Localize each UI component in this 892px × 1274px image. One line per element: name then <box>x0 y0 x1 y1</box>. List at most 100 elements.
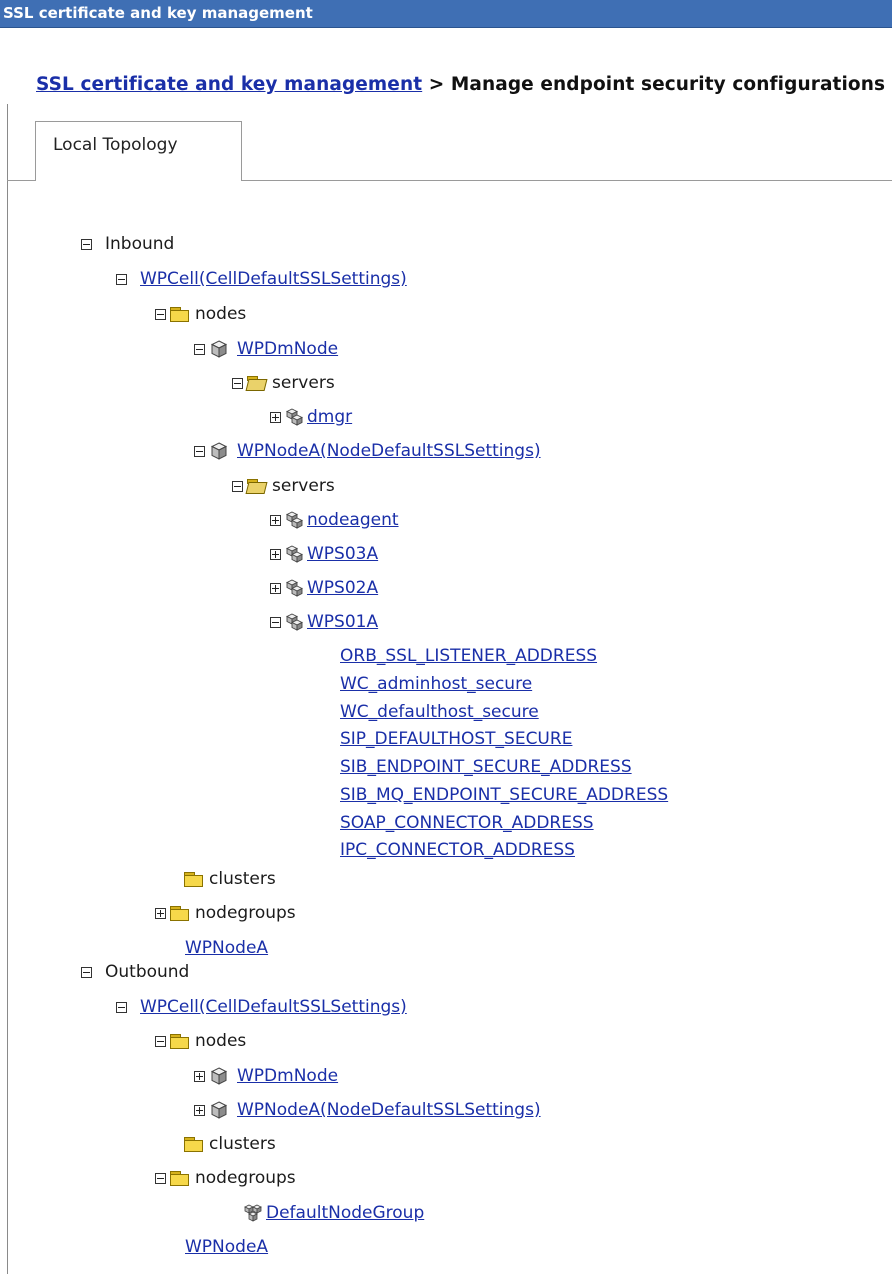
collapse-icon[interactable] <box>155 1172 166 1184</box>
tree-node-inbound-servers-1: servers <box>232 372 335 394</box>
endpoint-item: WC_defaulthost_secure <box>340 701 539 723</box>
collapse-icon[interactable] <box>155 1035 166 1047</box>
endpoint-item: ORB_SSL_LISTENER_ADDRESS <box>340 645 597 667</box>
collapse-icon[interactable] <box>232 377 243 389</box>
endpoint-link[interactable]: WC_adminhost_secure <box>340 674 532 694</box>
tree-node-inbound-servers-2: servers <box>232 475 335 497</box>
collapse-icon[interactable] <box>194 343 205 355</box>
content-border <box>7 104 8 1274</box>
nodes-label: nodes <box>195 304 247 324</box>
dmgr-link[interactable]: dmgr <box>307 407 352 427</box>
tab-label: Local Topology <box>53 135 178 155</box>
tree-node-inbound-nodes: nodes <box>155 303 246 325</box>
clusters-label: clusters <box>209 869 276 889</box>
server-icon <box>285 613 303 631</box>
expand-icon[interactable] <box>270 411 281 423</box>
breadcrumb: SSL certificate and key management > Man… <box>36 74 885 95</box>
outbound-cell-link[interactable]: WPCell(CellDefaultSSLSettings) <box>140 997 407 1017</box>
tree-node-inbound-clusters: clusters <box>183 868 276 890</box>
nodea-link[interactable]: WPNodeA(NodeDefaultSSLSettings) <box>237 1100 541 1120</box>
wps02a-link[interactable]: WPS02A <box>307 578 378 598</box>
nodes-label: nodes <box>195 1031 247 1051</box>
node-icon <box>210 1101 228 1119</box>
server-icon <box>285 545 303 563</box>
tab-local-topology[interactable]: Local Topology <box>35 121 242 181</box>
endpoint-link[interactable]: SIP_DEFAULTHOST_SECURE <box>340 729 572 749</box>
tree-node-inbound-dmnode: WPDmNode <box>194 338 338 360</box>
tab-strip-divider <box>7 180 35 181</box>
nodegroups-label: nodegroups <box>195 1168 296 1188</box>
tree-node-inbound-cell: WPCell(CellDefaultSSLSettings) <box>116 268 407 290</box>
tree-node-wps02a: WPS02A <box>270 577 378 599</box>
clusters-label: clusters <box>209 1134 276 1154</box>
breadcrumb-link-ssl-management[interactable]: SSL certificate and key management <box>36 74 422 95</box>
collapse-icon[interactable] <box>270 616 281 628</box>
tree-node-outbound-dmnode: WPDmNode <box>194 1065 338 1087</box>
tree-node-wps01a: WPS01A <box>270 611 378 633</box>
expand-icon[interactable] <box>270 514 281 526</box>
window-title: SSL certificate and key management <box>3 4 313 22</box>
expand-icon[interactable] <box>194 1104 205 1116</box>
inbound-cell-link[interactable]: WPCell(CellDefaultSSLSettings) <box>140 269 407 289</box>
collapse-icon[interactable] <box>81 966 92 978</box>
folder-icon <box>183 1137 203 1152</box>
nodea-short-link[interactable]: WPNodeA <box>185 1237 268 1257</box>
endpoint-link[interactable]: SOAP_CONNECTOR_ADDRESS <box>340 813 594 833</box>
wps01a-link[interactable]: WPS01A <box>307 612 378 632</box>
nodea-short-link[interactable]: WPNodeA <box>185 938 268 958</box>
node-icon <box>210 1067 228 1085</box>
collapse-icon[interactable] <box>81 238 92 250</box>
folder-icon <box>183 872 203 887</box>
folder-icon <box>169 906 189 921</box>
endpoint-item: SOAP_CONNECTOR_ADDRESS <box>340 812 594 834</box>
tree-node-inbound-nodea-short: WPNodeA <box>185 937 268 959</box>
folder-icon <box>169 1171 189 1186</box>
tree-node-inbound-nodegroups: nodegroups <box>155 902 296 924</box>
breadcrumb-current: Manage endpoint security configurations <box>450 74 886 95</box>
endpoint-link[interactable]: SIB_ENDPOINT_SECURE_ADDRESS <box>340 757 632 777</box>
endpoint-link[interactable]: SIB_MQ_ENDPOINT_SECURE_ADDRESS <box>340 785 668 805</box>
tree-node-wps03a: WPS03A <box>270 543 378 565</box>
tree-node-outbound-cell: WPCell(CellDefaultSSLSettings) <box>116 996 407 1018</box>
tree-node-inbound-nodea: WPNodeA(NodeDefaultSSLSettings) <box>194 440 541 462</box>
tree-node-outbound-clusters: clusters <box>183 1133 276 1155</box>
node-icon <box>210 340 228 358</box>
tree-node-dmgr: dmgr <box>270 406 352 428</box>
expand-icon[interactable] <box>270 548 281 560</box>
tree-node-default-node-group: DefaultNodeGroup <box>244 1202 424 1224</box>
endpoint-item: WC_adminhost_secure <box>340 673 532 695</box>
collapse-icon[interactable] <box>155 308 166 320</box>
tree-node-outbound-nodegroups: nodegroups <box>155 1167 296 1189</box>
tree-node-inbound: Inbound <box>81 233 174 255</box>
breadcrumb-separator: > <box>422 74 451 95</box>
dmnode-link[interactable]: WPDmNode <box>237 1066 338 1086</box>
endpoint-item: SIP_DEFAULTHOST_SECURE <box>340 728 572 750</box>
tree-node-outbound-nodea: WPNodeA(NodeDefaultSSLSettings) <box>194 1099 541 1121</box>
collapse-icon[interactable] <box>116 273 127 285</box>
collapse-icon[interactable] <box>194 445 205 457</box>
endpoint-item: SIB_ENDPOINT_SECURE_ADDRESS <box>340 756 632 778</box>
collapse-icon[interactable] <box>116 1001 127 1013</box>
folder-icon <box>169 1034 189 1049</box>
tree-node-nodeagent: nodeagent <box>270 509 399 531</box>
expand-icon[interactable] <box>270 582 281 594</box>
endpoint-link[interactable]: ORB_SSL_LISTENER_ADDRESS <box>340 646 597 666</box>
endpoint-item: IPC_CONNECTOR_ADDRESS <box>340 839 575 861</box>
endpoint-item: SIB_MQ_ENDPOINT_SECURE_ADDRESS <box>340 784 668 806</box>
folder-open-icon <box>246 376 266 390</box>
endpoint-link[interactable]: IPC_CONNECTOR_ADDRESS <box>340 840 575 860</box>
collapse-icon[interactable] <box>232 480 243 492</box>
expand-icon[interactable] <box>155 907 166 919</box>
nodeagent-link[interactable]: nodeagent <box>307 510 399 530</box>
server-icon <box>285 408 303 426</box>
default-node-group-link[interactable]: DefaultNodeGroup <box>266 1203 424 1223</box>
server-icon <box>285 511 303 529</box>
endpoint-link[interactable]: WC_defaulthost_secure <box>340 702 539 722</box>
expand-icon[interactable] <box>194 1070 205 1082</box>
window-title-bar: SSL certificate and key management <box>0 0 892 28</box>
tree-node-outbound: Outbound <box>81 961 189 983</box>
nodea-link[interactable]: WPNodeA(NodeDefaultSSLSettings) <box>237 441 541 461</box>
servers-label: servers <box>272 476 335 496</box>
wps03a-link[interactable]: WPS03A <box>307 544 378 564</box>
dmnode-link[interactable]: WPDmNode <box>237 339 338 359</box>
